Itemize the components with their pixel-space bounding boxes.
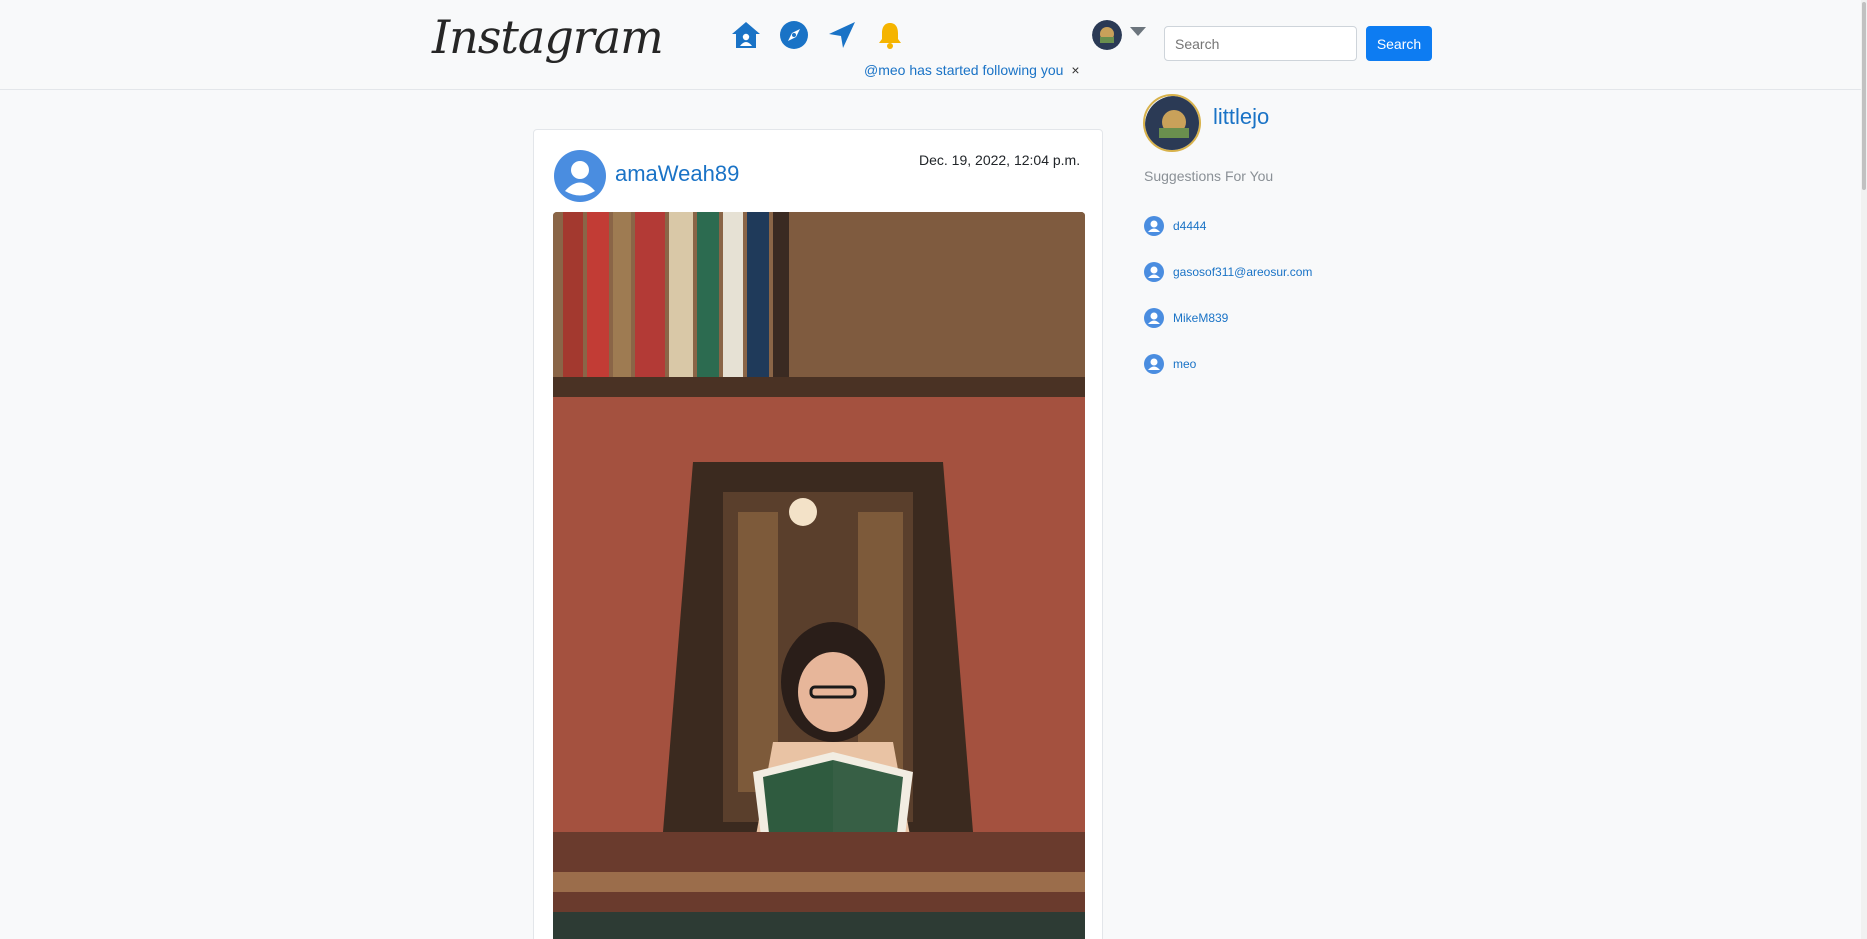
list-item[interactable]: d4444	[1144, 203, 1464, 249]
scrollbar[interactable]	[1861, 0, 1867, 939]
navbar: Instagram @meo has started following you…	[0, 0, 1867, 90]
user-icon	[1144, 262, 1164, 282]
suggestion-name[interactable]: meo	[1173, 357, 1196, 371]
chevron-down-icon[interactable]	[1130, 27, 1146, 36]
profile-avatar[interactable]	[1143, 94, 1201, 152]
post-username[interactable]: amaWeah89	[615, 161, 739, 187]
nav-icons	[729, 18, 907, 52]
list-item[interactable]: MikeM839	[1144, 295, 1464, 341]
suggestion-name[interactable]: d4444	[1173, 219, 1206, 233]
search-button[interactable]: Search	[1366, 26, 1432, 61]
user-icon	[1144, 354, 1164, 374]
notification-bell-icon[interactable]	[873, 18, 907, 52]
suggestion-name[interactable]: gasosof311@areosur.com	[1173, 265, 1312, 279]
direct-message-icon[interactable]	[825, 18, 859, 52]
search-input[interactable]	[1164, 26, 1357, 61]
user-icon	[1144, 308, 1164, 328]
user-avatar[interactable]	[1092, 20, 1122, 50]
suggestions-list: d4444 gasosof311@areosur.com MikeM839 me…	[1144, 203, 1464, 387]
home-icon[interactable]	[729, 18, 763, 52]
user-icon	[1144, 216, 1164, 236]
suggestions-title: Suggestions For You	[1144, 168, 1274, 184]
follow-notification: @meo has started following you ×	[864, 62, 1080, 78]
post-image[interactable]	[553, 212, 1085, 939]
list-item[interactable]: meo	[1144, 341, 1464, 387]
notification-text[interactable]: @meo has started following you	[864, 62, 1063, 78]
post-date: Dec. 19, 2022, 12:04 p.m.	[919, 152, 1081, 168]
user-avatar-icon[interactable]	[554, 150, 606, 202]
post-card: amaWeah89 Dec. 19, 2022, 12:04 p.m.	[533, 129, 1103, 939]
explore-compass-icon[interactable]	[777, 18, 811, 52]
suggestion-name[interactable]: MikeM839	[1173, 311, 1228, 325]
profile-username[interactable]: littlejo	[1213, 104, 1269, 130]
instagram-logo[interactable]: Instagram	[432, 10, 664, 64]
close-notification-button[interactable]: ×	[1071, 62, 1079, 78]
scrollbar-thumb[interactable]	[1862, 2, 1866, 190]
list-item[interactable]: gasosof311@areosur.com	[1144, 249, 1464, 295]
